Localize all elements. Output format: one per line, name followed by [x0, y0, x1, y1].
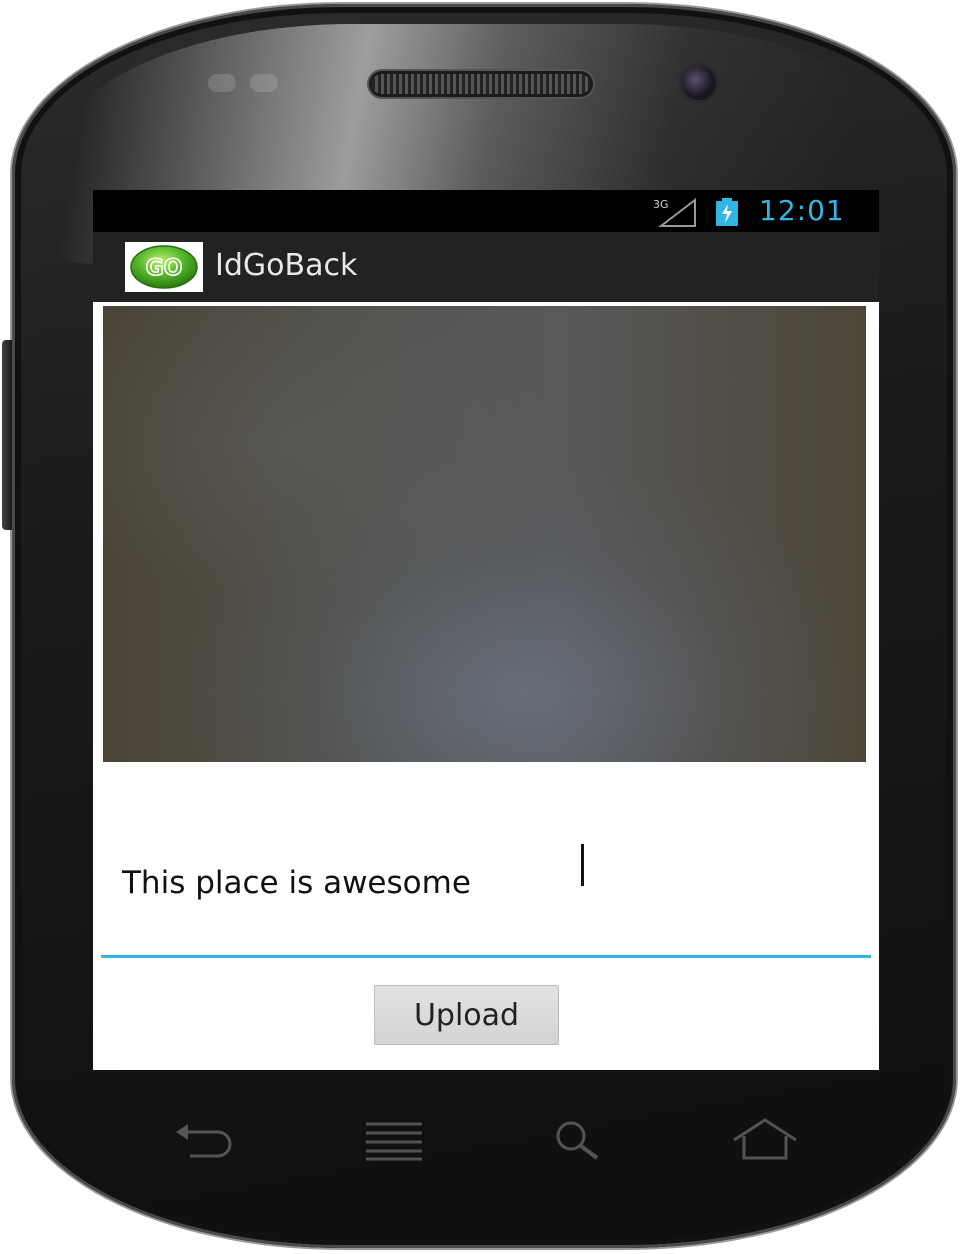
upload-button[interactable]: Upload: [374, 985, 559, 1045]
app-title: IdGoBack: [215, 248, 358, 283]
home-icon[interactable]: [730, 1116, 800, 1162]
comment-input[interactable]: [101, 810, 871, 958]
menu-icon[interactable]: [360, 1116, 430, 1162]
app-icon-text: GO: [146, 256, 183, 281]
battery-charging-icon: [716, 198, 738, 226]
signal-3g-icon: 3G: [653, 197, 696, 227]
app-icon[interactable]: GO: [125, 242, 203, 292]
status-bar: 3G 12:01: [93, 190, 879, 232]
captured-photo: [103, 306, 866, 762]
device-screen: 3G 12:01 GO IdGoBack This place is aweso…: [93, 190, 879, 1070]
action-bar: GO IdGoBack: [93, 232, 879, 302]
status-clock: 12:01: [759, 194, 845, 227]
network-type-label: 3G: [653, 198, 669, 211]
light-sensor: [250, 74, 278, 92]
proximity-sensor: [208, 74, 236, 92]
volume-button[interactable]: [2, 340, 12, 530]
front-camera: [682, 66, 716, 100]
go-logo-icon: GO: [130, 245, 198, 289]
search-icon[interactable]: [545, 1116, 615, 1162]
text-cursor: [581, 844, 584, 886]
back-icon[interactable]: [170, 1116, 240, 1162]
earpiece-speaker: [372, 74, 590, 94]
